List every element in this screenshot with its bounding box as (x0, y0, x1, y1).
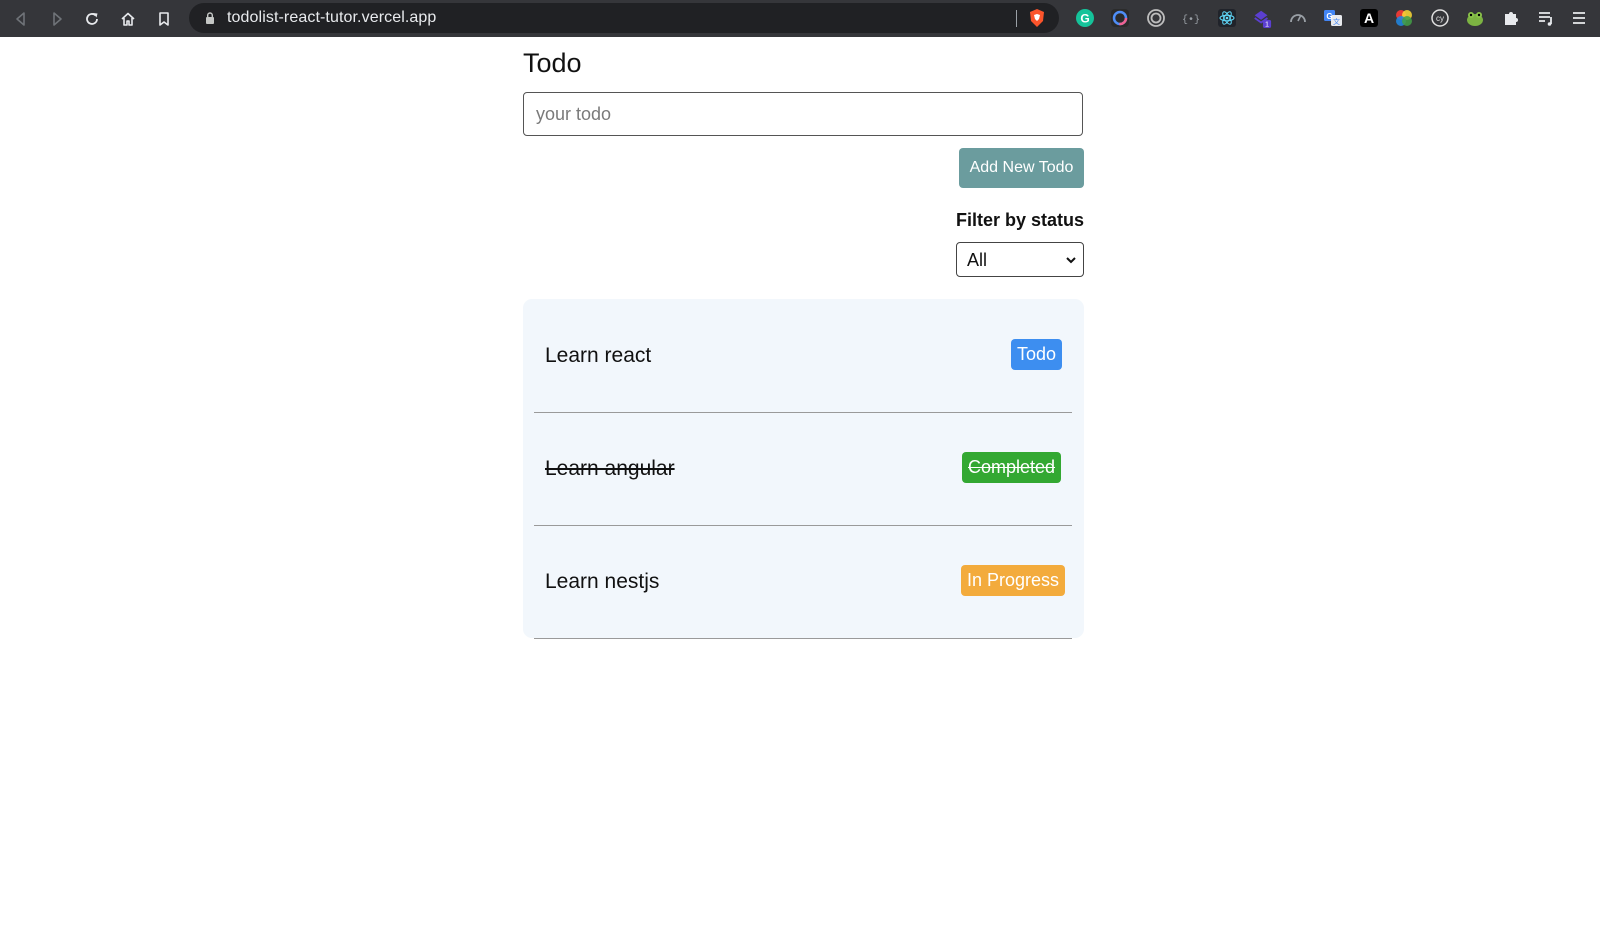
font-extension-icon[interactable]: A (1358, 7, 1380, 29)
translate-icon[interactable]: G文 (1322, 7, 1344, 29)
address-divider (1016, 10, 1017, 27)
add-todo-button[interactable]: Add New Todo (959, 148, 1084, 188)
json-viewer-icon[interactable]: {•} (1180, 7, 1202, 29)
bookmark-icon[interactable] (151, 6, 177, 32)
menu-icon[interactable] (1568, 7, 1590, 29)
gauge-extension-icon[interactable] (1287, 7, 1309, 29)
svg-text:A: A (1364, 10, 1374, 26)
todo-item: Learn react Todo (534, 299, 1072, 413)
stack-extension-icon[interactable]: 1 (1251, 7, 1273, 29)
frog-extension-icon[interactable] (1464, 7, 1486, 29)
home-icon[interactable] (115, 6, 141, 32)
status-badge[interactable]: In Progress (961, 565, 1066, 596)
page-title: Todo (523, 48, 582, 78)
cypress-icon[interactable]: cy (1429, 7, 1451, 29)
puzzle-icon[interactable] (1500, 7, 1522, 29)
chevron-down-icon (1066, 257, 1076, 264)
filter-selected-value: All (967, 250, 988, 270)
todo-label: Learn nestjs (545, 570, 660, 593)
filter-label: Filter by status (955, 210, 1084, 230)
todo-item: Learn angular Completed (534, 412, 1072, 526)
react-devtools-icon[interactable] (1216, 7, 1238, 29)
brave-shield-icon[interactable] (1027, 8, 1047, 28)
todo-item: Learn nestjs In Progress (534, 525, 1072, 639)
todo-input[interactable] (523, 92, 1083, 136)
todo-label: Learn react (545, 344, 652, 367)
target-extension-icon[interactable] (1145, 7, 1167, 29)
svg-text:G: G (1080, 12, 1089, 26)
svg-text:文: 文 (1333, 17, 1340, 26)
grammarly-icon[interactable]: G (1074, 7, 1096, 29)
ring-extension-icon[interactable] (1109, 7, 1131, 29)
status-badge[interactable]: Todo (1011, 339, 1063, 370)
svg-text:cy: cy (1436, 14, 1444, 23)
browser-toolbar: todolist-react-tutor.vercel.app G {•} 1 … (0, 0, 1600, 37)
reload-icon[interactable] (79, 6, 105, 32)
address-bar[interactable]: todolist-react-tutor.vercel.app (189, 3, 1059, 33)
forward-icon[interactable] (44, 6, 70, 32)
svg-text:G: G (1326, 12, 1332, 21)
svg-text:1: 1 (1265, 20, 1269, 28)
media-controls-icon[interactable] (1535, 7, 1557, 29)
status-badge[interactable]: Completed (962, 452, 1062, 483)
back-icon[interactable] (8, 6, 34, 32)
color-picker-icon[interactable] (1393, 7, 1415, 29)
url-text: todolist-react-tutor.vercel.app (227, 9, 437, 26)
lock-icon (206, 12, 214, 24)
svg-text:{•}: {•} (1182, 14, 1200, 26)
todo-list: Learn react Todo Learn angular Completed… (523, 299, 1084, 639)
todo-label: Learn angular (545, 457, 675, 480)
status-filter-select[interactable]: All (956, 242, 1084, 277)
